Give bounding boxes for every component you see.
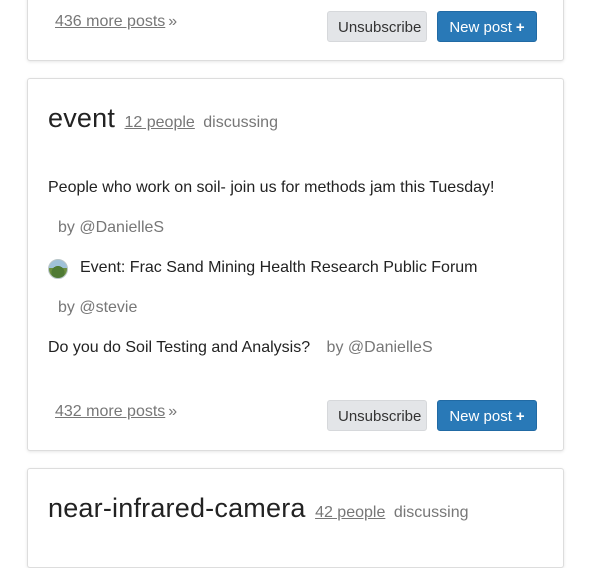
more-posts-link[interactable]: 432 more posts» [55, 403, 177, 421]
plus-icon: + [515, 19, 525, 36]
double-chevron-right-icon: » [168, 403, 178, 420]
tag-card: event 12 people discussing People who wo… [27, 78, 564, 451]
post-author[interactable]: by @DanielleS [58, 219, 164, 237]
more-posts-label: 432 more posts [55, 403, 166, 420]
plus-icon: + [515, 408, 525, 425]
tag-card: near-infrared-camera 42 people discussin… [27, 468, 564, 568]
double-chevron-right-icon: » [168, 13, 178, 30]
post-title-link[interactable]: Do you do Soil Testing and Analysis? [48, 339, 310, 356]
people-count-link[interactable]: 12 people [125, 114, 195, 131]
tag-card: 436 more posts» Unsubscribe New post + [27, 0, 564, 61]
new-post-label: New post [449, 19, 512, 36]
people-count-link[interactable]: 42 people [315, 504, 385, 521]
post-author[interactable]: by @stevie [58, 299, 137, 317]
post-title-link[interactable]: Event: Frac Sand Mining Health Research … [80, 259, 478, 277]
discussing-label: discussing [203, 114, 278, 131]
tag-title[interactable]: event [48, 103, 115, 133]
new-post-button[interactable]: New post + [437, 400, 537, 431]
post-title-link[interactable]: People who work on soil- join us for met… [48, 179, 494, 197]
post-author[interactable]: by @DanielleS [327, 339, 433, 356]
more-posts-link[interactable]: 436 more posts» [55, 13, 177, 31]
discussing-label: discussing [393, 504, 469, 521]
more-posts-label: 436 more posts [55, 13, 166, 30]
post-thumbnail [48, 259, 68, 279]
new-post-label: New post [449, 408, 512, 425]
card-header: event 12 people discussing [48, 103, 278, 134]
post-row: Do you do Soil Testing and Analysis? by … [48, 339, 433, 357]
unsubscribe-button[interactable]: Unsubscribe [327, 11, 427, 42]
card-header: near-infrared-camera 42 people discussin… [48, 493, 469, 524]
unsubscribe-button[interactable]: Unsubscribe [327, 400, 427, 431]
new-post-button[interactable]: New post + [437, 11, 537, 42]
tag-title[interactable]: near-infrared-camera [48, 493, 306, 523]
